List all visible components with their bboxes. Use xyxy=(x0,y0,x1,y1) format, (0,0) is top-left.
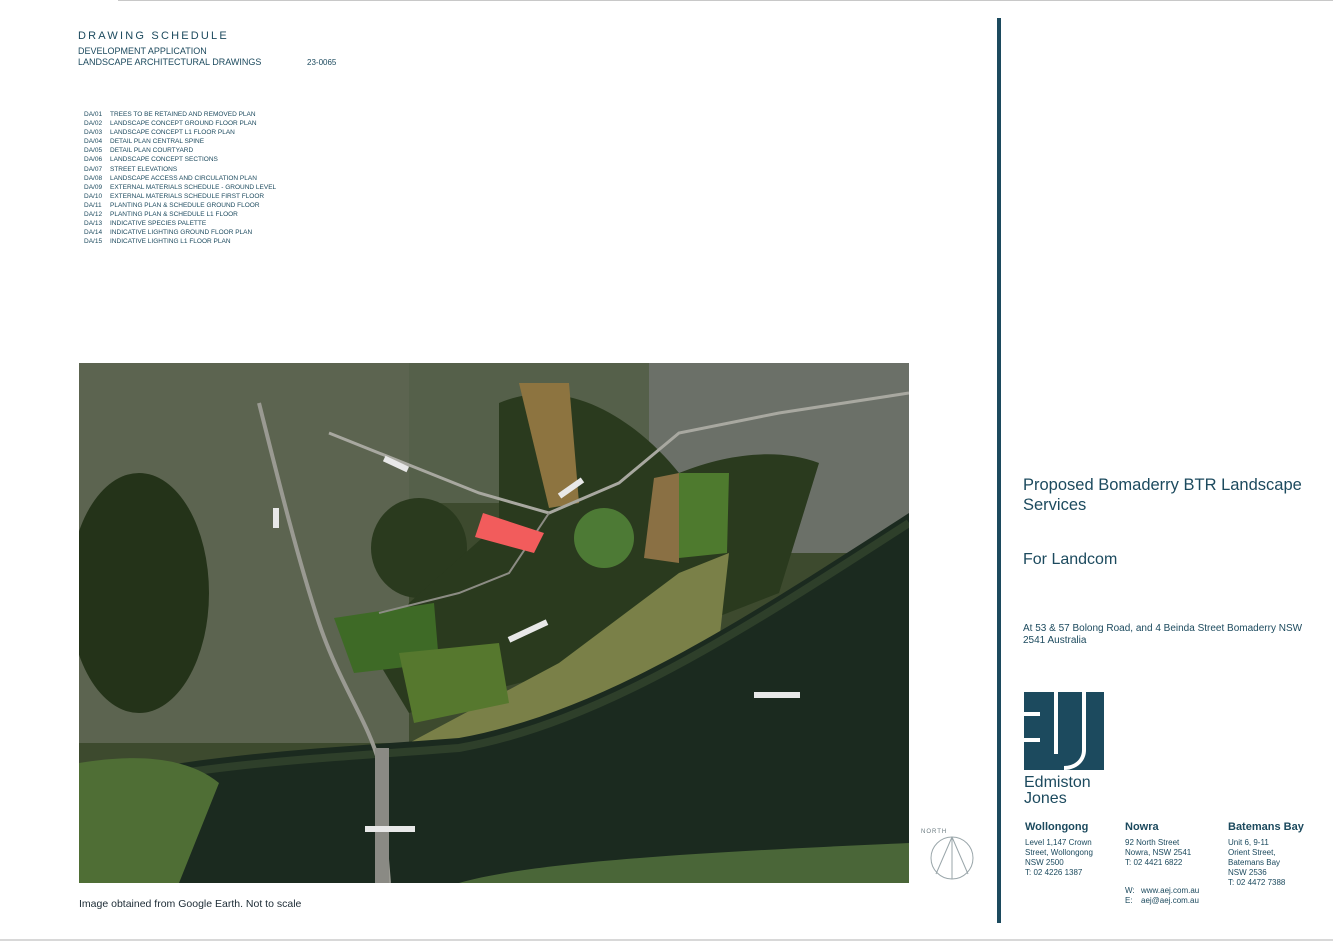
office-address-line: Batemans Bay xyxy=(1228,858,1281,867)
drawing-code: DA/09 xyxy=(84,183,103,191)
office-nowra: Nowra 92 North Street Nowra, NSW 2541 T:… xyxy=(1125,821,1191,868)
drawing-item: DA/02 LANDSCAPE CONCEPT GROUND FLOOR PLAN xyxy=(84,119,276,128)
email-link[interactable]: aej@aej.com.au xyxy=(1141,896,1199,905)
title-block-divider xyxy=(997,18,1001,923)
drawing-code: DA/07 xyxy=(84,165,103,173)
drawing-title: INDICATIVE LIGHTING GROUND FLOOR PLAN xyxy=(110,229,253,237)
drawing-title: EXTERNAL MATERIALS SCHEDULE - GROUND LEV… xyxy=(110,183,277,191)
logo-word-edmiston: Edmiston xyxy=(1024,774,1091,791)
drawing-item: DA/10 EXTERNAL MATERIALS SCHEDULE FIRST F… xyxy=(84,192,276,201)
drawing-list: DA/01 TREES TO BE RETAINED AND REMOVED PL… xyxy=(84,110,276,246)
logo-wordmark: Edmiston Jones xyxy=(1024,775,1091,806)
drawing-item: DA/11 PLANTING PLAN & SCHEDULE GROUND FLO… xyxy=(84,201,276,210)
drawing-item: DA/12 PLANTING PLAN & SCHEDULE L1 FLOOR xyxy=(84,210,276,219)
schedule-title: DRAWING SCHEDULE xyxy=(78,30,229,42)
drawing-item: DA/13 INDICATIVE SPECIES PALETTE xyxy=(84,219,276,228)
drawing-title: DETAIL PLAN COURTYARD xyxy=(110,147,194,155)
office-name: Wollongong xyxy=(1025,821,1089,833)
office-phone: T: 02 4421 6822 xyxy=(1125,858,1183,867)
drawing-title: PLANTING PLAN & SCHEDULE L1 FLOOR xyxy=(110,211,238,219)
drawing-title: LANDSCAPE CONCEPT SECTIONS xyxy=(110,156,218,164)
drawing-item: DA/05 DETAIL PLAN COURTYARD xyxy=(84,146,276,155)
drawing-title: INDICATIVE LIGHTING L1 FLOOR PLAN xyxy=(110,238,231,246)
drawing-title: EXTERNAL MATERIALS SCHEDULE FIRST FLOOR xyxy=(110,192,265,200)
project-number: 23-0065 xyxy=(307,58,337,67)
logo-word-jones: Jones xyxy=(1024,789,1067,807)
office-address-line: Level 1,147 Crown xyxy=(1025,838,1092,847)
highway-label-tag xyxy=(365,826,415,832)
drawing-title: STREET ELEVATIONS xyxy=(110,165,178,173)
bridge xyxy=(375,748,389,883)
drawing-title: TREES TO BE RETAINED AND REMOVED PLAN xyxy=(110,111,256,118)
office-name: Batemans Bay xyxy=(1228,821,1304,833)
drawing-item: DA/15 INDICATIVE LIGHTING L1 FLOOR PLAN xyxy=(84,237,276,246)
field xyxy=(679,473,729,558)
office-address-line: Street, Wollongong xyxy=(1025,848,1093,857)
drawing-code: DA/06 xyxy=(84,156,103,164)
office-address-line: Unit 6, 9-11 xyxy=(1228,838,1269,847)
drawing-title: LANDSCAPE CONCEPT GROUND FLOOR PLAN xyxy=(110,120,257,128)
edmiston-jones-logo-icon xyxy=(1024,692,1104,770)
drawing-code: DA/08 xyxy=(84,174,103,182)
project-title: Proposed Bomaderry BTR Landscape Service… xyxy=(1023,476,1302,514)
office-name: Nowra xyxy=(1125,821,1159,833)
drawing-code: DA/10 xyxy=(84,192,103,200)
drawing-code: DA/14 xyxy=(84,229,103,237)
north-arrow-icon xyxy=(930,836,974,880)
drawing-title: PLANTING PLAN & SCHEDULE GROUND FLOOR xyxy=(110,201,260,209)
river-label-tag xyxy=(754,692,800,698)
schedule-subtitle-drawings: LANDSCAPE ARCHITECTURAL DRAWINGS xyxy=(78,57,262,67)
drawing-item: DA/04 DETAIL PLAN CENTRAL SPINE xyxy=(84,137,276,146)
drawing-title: LANDSCAPE ACCESS AND CIRCULATION PLAN xyxy=(110,174,257,182)
sports-oval xyxy=(574,508,634,568)
client-name: For Landcom xyxy=(1023,551,1118,568)
schedule-subtitle-application: DEVELOPMENT APPLICATION xyxy=(78,46,207,56)
office-address-line: NSW 2536 xyxy=(1228,868,1267,877)
office-address-line: 92 North Street xyxy=(1125,838,1180,847)
drawing-code: DA/11 xyxy=(84,201,102,209)
drawing-code: DA/12 xyxy=(84,211,103,219)
drawing-item: DA/09 EXTERNAL MATERIALS SCHEDULE - GROUN… xyxy=(84,183,276,192)
aerial-map-graphic xyxy=(79,363,909,883)
email-label: E: xyxy=(1125,896,1133,905)
office-address-line: NSW 2500 xyxy=(1025,858,1064,867)
bottom-border xyxy=(0,939,1333,941)
office-address-line: Nowra, NSW 2541 xyxy=(1125,848,1192,857)
drawing-code: DA/13 xyxy=(84,220,103,228)
drawing-title: DETAIL PLAN CENTRAL SPINE xyxy=(110,138,205,146)
map-caption: Image obtained from Google Earth. Not to… xyxy=(79,898,302,910)
drawing-code: DA/04 xyxy=(84,138,103,146)
drawing-code: DA/03 xyxy=(84,129,103,137)
drawing-code: DA/01 xyxy=(84,111,103,118)
office-phone: T: 02 4226 1387 xyxy=(1025,868,1083,877)
drawing-item: DA/06 LANDSCAPE CONCEPT SECTIONS xyxy=(84,155,276,164)
street-label-tag xyxy=(273,508,279,528)
office-wollongong: Wollongong Level 1,147 Crown Street, Wol… xyxy=(1025,821,1093,878)
drawing-title: INDICATIVE SPECIES PALETTE xyxy=(110,220,207,228)
top-border xyxy=(118,0,1333,1)
drawing-code: DA/02 xyxy=(84,120,103,128)
drawing-item: DA/01 TREES TO BE RETAINED AND REMOVED PL… xyxy=(84,110,276,119)
site-address: At 53 & 57 Bolong Road, and 4 Beinda Str… xyxy=(1023,623,1303,646)
drawing-item: DA/03 LANDSCAPE CONCEPT L1 FLOOR PLAN xyxy=(84,128,276,137)
drawing-code: DA/15 xyxy=(84,238,103,246)
office-phone: T: 02 4472 7388 xyxy=(1228,878,1286,887)
drawing-item: DA/08 LANDSCAPE ACCESS AND CIRCULATION PL… xyxy=(84,174,276,183)
web-label: W: xyxy=(1125,886,1135,895)
website-link[interactable]: www.aej.com.au xyxy=(1141,886,1199,895)
drawing-title: LANDSCAPE CONCEPT L1 FLOOR PLAN xyxy=(110,129,235,137)
drawing-item: DA/07 STREET ELEVATIONS xyxy=(84,165,276,174)
contact-details: W: www.aej.com.au E: aej@aej.com.au xyxy=(1125,886,1199,906)
drawing-code: DA/05 xyxy=(84,147,103,155)
office-batemans-bay: Batemans Bay Unit 6, 9-11 Orient Street,… xyxy=(1228,821,1304,888)
drawing-item: DA/14 INDICATIVE LIGHTING GROUND FLOOR PL… xyxy=(84,228,276,237)
aerial-site-map xyxy=(79,363,909,883)
office-address-line: Orient Street, xyxy=(1228,848,1276,857)
